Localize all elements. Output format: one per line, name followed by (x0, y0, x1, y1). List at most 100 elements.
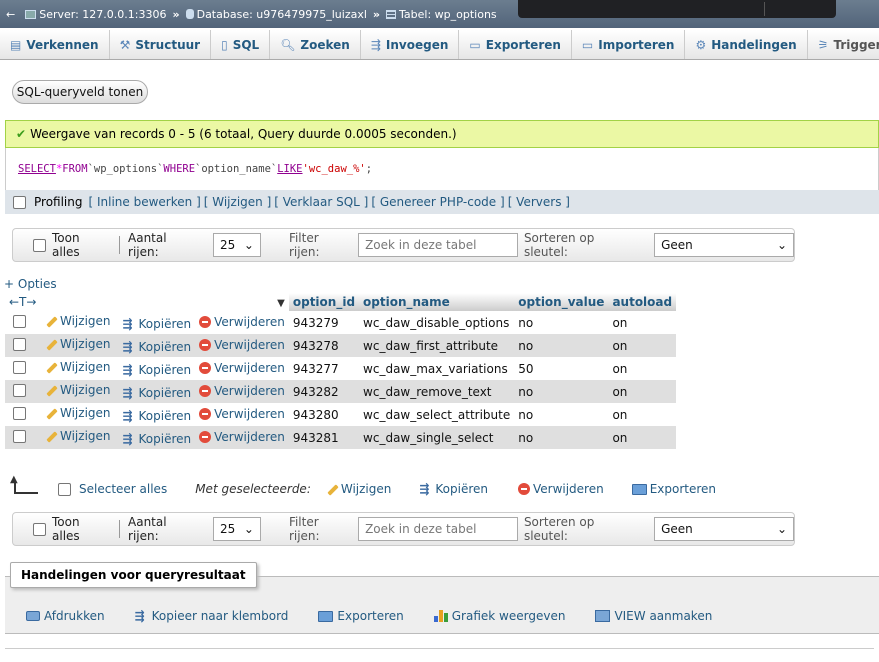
delete-row-button[interactable]: Verwijderen (199, 430, 285, 444)
export-results-button[interactable]: Exporteren (318, 609, 404, 623)
delete-label[interactable]: Verwijderen (214, 361, 285, 375)
option-id-cell[interactable]: 943277 (288, 357, 360, 380)
option-name-cell[interactable]: wc_daw_disable_options (359, 311, 515, 334)
copy-row-button[interactable]: ⇶ Kopiëren (123, 432, 192, 446)
tab-zoeken[interactable]: 🔍︎ Zoeken (270, 30, 361, 59)
profiling-checkbox[interactable] (13, 195, 26, 209)
edit-row-button[interactable]: Wijzigen (44, 429, 111, 443)
tab-exporteren[interactable]: ▭ Exporteren (459, 30, 572, 59)
row-checkbox[interactable] (13, 406, 26, 420)
profiling-link[interactable]: [ Genereer PHP-code ] (371, 195, 504, 209)
row-checkbox[interactable] (13, 337, 26, 351)
bulk-delete-label[interactable]: Verwijderen (533, 482, 604, 496)
row-checkbox[interactable] (13, 429, 26, 443)
copy-row-button[interactable]: ⇶ Kopiëren (123, 409, 192, 423)
tab-label[interactable]: Triggers (833, 38, 879, 52)
tab-structuur[interactable]: ⚒ Structuur (110, 30, 212, 59)
option-value-cell[interactable]: no (514, 380, 609, 403)
delete-row-button[interactable]: Verwijderen (199, 384, 285, 398)
display-chart-label[interactable]: Grafiek weergeven (452, 609, 566, 623)
breadcrumb-server[interactable]: Server: 127.0.0.1:3306 (25, 8, 166, 21)
bulk-edit-label[interactable]: Wijzigen (341, 482, 392, 496)
bulk-delete-button[interactable]: Verwijderen (517, 482, 604, 496)
column-option-name[interactable]: option_name (359, 293, 515, 311)
tab-label[interactable]: Zoeken (300, 38, 349, 52)
autoload-cell[interactable]: on (608, 357, 677, 380)
profiling-link[interactable]: [ Wijzigen ] (204, 195, 272, 209)
copy-row-button[interactable]: ⇶ Kopiëren (123, 340, 192, 354)
row-checkbox[interactable] (13, 383, 26, 397)
autoload-cell[interactable]: on (608, 311, 677, 334)
option-value-cell[interactable]: no (514, 334, 609, 357)
filter-rows-input[interactable]: Zoek in deze tabel (358, 517, 518, 541)
tab-label[interactable]: Handelingen (711, 38, 796, 52)
sort-desc-icon[interactable]: ▼ (277, 298, 285, 309)
profiling-link[interactable]: [ Inline bewerken ] (89, 195, 201, 209)
row-checkbox[interactable] (13, 360, 26, 374)
option-value-cell[interactable]: no (514, 403, 609, 426)
breadcrumb-table-label[interactable]: Tabel: wp_options (399, 8, 497, 21)
delete-row-button[interactable]: Verwijderen (199, 361, 285, 375)
option-name-cell[interactable]: wc_daw_max_variations (359, 357, 515, 380)
select-all-label[interactable]: Selecteer alles (79, 482, 167, 496)
select-all-checkbox[interactable] (58, 482, 71, 496)
autoload-cell[interactable]: on (608, 380, 677, 403)
copy-label[interactable]: Kopiëren (139, 432, 192, 446)
tab-sql[interactable]: ▯ SQL (211, 30, 271, 59)
edit-label[interactable]: Wijzigen (60, 429, 111, 443)
copy-row-button[interactable]: ⇶ Kopiëren (123, 386, 192, 400)
breadcrumb-table[interactable]: Tabel: wp_options (386, 8, 497, 21)
export-results-label[interactable]: Exporteren (337, 609, 403, 623)
profiling-link[interactable]: [ Ververs ] (508, 195, 570, 209)
tab-label[interactable]: Structuur (135, 38, 200, 52)
sort-by-key-select[interactable]: Geen ⌄ (654, 517, 794, 541)
breadcrumb-server-label[interactable]: Server: 127.0.0.1:3306 (39, 8, 166, 21)
rows-per-page-select[interactable]: 25 ⌄ (212, 517, 261, 541)
bulk-copy-button[interactable]: ⇶ Kopiëren (419, 482, 488, 496)
copy-to-clipboard-label[interactable]: Kopieer naar klembord (152, 609, 289, 623)
delete-label[interactable]: Verwijderen (214, 407, 285, 421)
bulk-copy-label[interactable]: Kopiëren (435, 482, 488, 496)
edit-label[interactable]: Wijzigen (60, 406, 111, 420)
delete-label[interactable]: Verwijderen (214, 384, 285, 398)
option-value-cell[interactable]: 50 (514, 357, 609, 380)
copy-label[interactable]: Kopiëren (139, 409, 192, 423)
tab-label[interactable]: SQL (233, 38, 260, 52)
print-button[interactable]: Afdrukken (26, 609, 105, 623)
copy-label[interactable]: Kopiëren (139, 317, 192, 331)
copy-label[interactable]: Kopiëren (139, 386, 192, 400)
column-arrows[interactable]: ←T→ (9, 295, 36, 309)
column-option-id[interactable]: option_id (288, 293, 360, 311)
tab-label[interactable]: Invoegen (386, 38, 448, 52)
delete-label[interactable]: Verwijderen (214, 430, 285, 444)
delete-row-button[interactable]: Verwijderen (199, 407, 285, 421)
edit-row-button[interactable]: Wijzigen (44, 337, 111, 351)
tab-label[interactable]: Exporteren (486, 38, 561, 52)
tab-label[interactable]: Verkennen (26, 38, 98, 52)
create-view-label[interactable]: VIEW aanmaken (614, 609, 712, 623)
tab-label[interactable]: Importeren (598, 38, 674, 52)
edit-label[interactable]: Wijzigen (60, 360, 111, 374)
option-id-cell[interactable]: 943278 (288, 334, 360, 357)
back-arrow-icon[interactable]: ← (6, 8, 15, 21)
show-sql-query-button[interactable]: SQL-queryveld tonen (12, 80, 148, 104)
tab-invoegen[interactable]: ⇶ Invoegen (361, 30, 460, 59)
edit-row-button[interactable]: Wijzigen (44, 314, 111, 328)
profiling-link[interactable]: [ Verklaar SQL ] (274, 195, 368, 209)
option-id-cell[interactable]: 943282 (288, 380, 360, 403)
option-id-cell[interactable]: 943279 (288, 311, 360, 334)
tab-verkennen[interactable]: ▤ Verkennen (0, 30, 110, 59)
edit-row-button[interactable]: Wijzigen (44, 360, 111, 374)
bulk-edit-button[interactable]: Wijzigen (325, 482, 392, 496)
breadcrumb-database[interactable]: Database: u976479975_luizaxl (185, 8, 367, 21)
print-label[interactable]: Afdrukken (44, 609, 105, 623)
edit-label[interactable]: Wijzigen (60, 337, 111, 351)
copy-label[interactable]: Kopiëren (139, 340, 192, 354)
column-option-value[interactable]: option_value (514, 293, 609, 311)
edit-row-button[interactable]: Wijzigen (44, 406, 111, 420)
option-value-cell[interactable]: no (514, 311, 609, 334)
copy-row-button[interactable]: ⇶ Kopiëren (123, 317, 192, 331)
edit-label[interactable]: Wijzigen (60, 383, 111, 397)
tab-handelingen[interactable]: ⚙ Handelingen (685, 30, 808, 59)
show-all-checkbox[interactable] (33, 238, 46, 252)
